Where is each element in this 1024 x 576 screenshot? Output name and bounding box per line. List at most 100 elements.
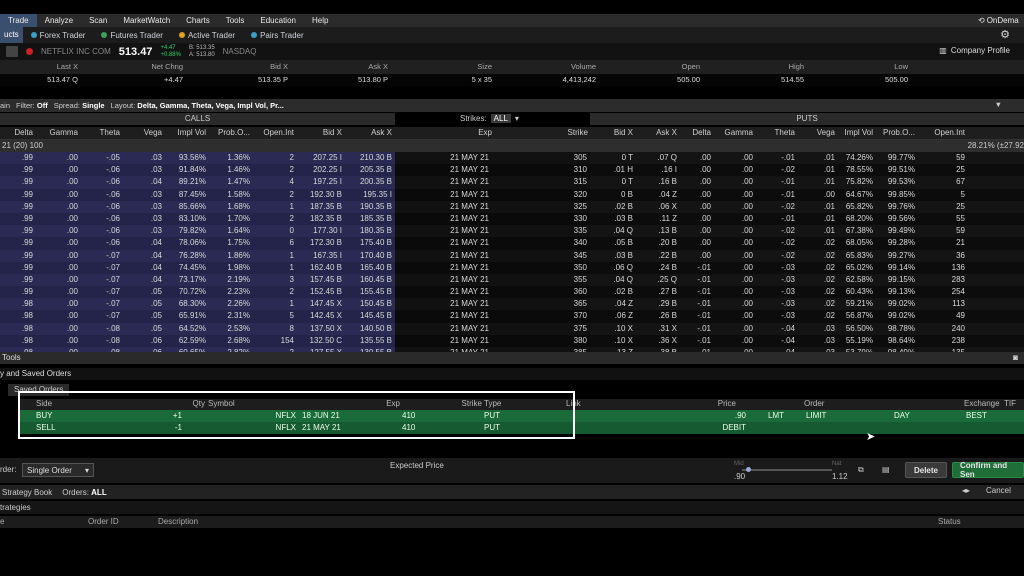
order-type-select[interactable]: Single Order ▾ — [22, 463, 94, 477]
order-price[interactable]: .90 — [735, 410, 746, 422]
put-row[interactable]: .04 Q .13 B .00 .00 -.02 .01 67.38% 99.49% 59 — [590, 225, 1024, 238]
delete-button[interactable]: Delete — [905, 462, 947, 478]
order-strike[interactable]: 410 — [402, 410, 415, 422]
gear-icon[interactable]: ⚙ — [1000, 28, 1010, 41]
put-row[interactable]: .06 Q .24 B -.01 .00 -.03 .02 65.02% 99.14% 136 — [590, 261, 1024, 274]
order-qty[interactable]: +1 — [173, 410, 182, 422]
strike-row[interactable]: 21 MAY 21 340 — [395, 237, 590, 250]
strike-row[interactable]: 21 MAY 21 380 — [395, 334, 590, 347]
spread-control[interactable]: Spread: Single — [54, 101, 105, 110]
menu-item-help[interactable]: Help — [304, 14, 336, 27]
strike-row[interactable]: 21 MAY 21 310 — [395, 164, 590, 177]
order-strike[interactable]: 410 — [402, 422, 415, 434]
orders-filter[interactable]: Orders: ALL — [62, 488, 106, 497]
expand-icon[interactable]: ◂▸ — [962, 486, 970, 495]
order-exchange[interactable]: BEST — [966, 410, 987, 422]
strike-row[interactable]: 21 MAY 21 320 — [395, 188, 590, 201]
order-qty[interactable]: -1 — [175, 422, 182, 434]
strike-row[interactable]: 21 MAY 21 360 — [395, 286, 590, 299]
save-icon[interactable]: ▤ — [882, 465, 890, 474]
menu-item-tools[interactable]: Tools — [218, 14, 253, 27]
chevron-down-icon[interactable]: ▼ — [995, 100, 1002, 109]
order-type[interactable]: PUT — [484, 422, 500, 434]
cancel-button[interactable]: Cancel — [986, 486, 1011, 495]
strike-row[interactable]: 21 MAY 21 325 — [395, 200, 590, 213]
put-row[interactable]: .03 B .22 B .00 .00 -.02 .02 65.83% 99.27% 36 — [590, 249, 1024, 262]
copy-icon[interactable]: ⧉ — [858, 465, 864, 475]
call-row[interactable]: .98 .00 -.08 .06 62.59% 2.68% 154 132.50 C 135.5… — [0, 334, 395, 347]
menu-item-scan[interactable]: Scan — [81, 14, 115, 27]
menu-item-analyze[interactable]: Analyze — [37, 14, 81, 27]
order-lmt[interactable]: LMT — [768, 410, 784, 422]
call-row[interactable]: .99 .00 -.06 .03 85.66% 1.68% 1 187.35 B 190.35 … — [0, 200, 395, 213]
menu-item-trade[interactable]: Trade — [0, 14, 37, 27]
put-row[interactable]: .02 B .06 X .00 .00 -.02 .01 65.82% 99.76% 25 — [590, 200, 1024, 213]
camera-icon[interactable]: ◙ — [1013, 352, 1018, 364]
call-row[interactable]: .99 .00 -.06 .03 83.10% 1.70% 2 182.35 B 185.35 … — [0, 212, 395, 226]
put-row[interactable]: .04 Z .29 B -.01 .00 -.03 .02 59.21% 99.02% 113 — [590, 298, 1024, 311]
call-row[interactable]: .98 .00 -.07 .05 65.91% 2.31% 5 142.45 X 145.45 … — [0, 310, 395, 323]
strike-row[interactable]: 21 MAY 21 305 — [395, 152, 590, 165]
put-row[interactable]: 0 T .16 B .00 .00 -.01 .01 75.82% 99.53% 67 — [590, 176, 1024, 189]
put-row[interactable]: .10 X .31 X -.01 .00 -.04 .03 56.50% 98.78% 240 — [590, 322, 1024, 335]
call-row[interactable]: .99 .00 -.06 .03 91.84% 1.46% 2 202.25 I 205.35 … — [0, 164, 395, 177]
order-price[interactable]: DEBIT — [722, 422, 746, 434]
put-row[interactable]: .06 Z .26 B -.01 .00 -.03 .02 56.87% 99.02% 49 — [590, 310, 1024, 323]
order-tif[interactable]: DAY — [894, 410, 910, 422]
put-row[interactable]: 0 B .04 Z .00 .00 -.01 .00 64.67% 99.85% 5 — [590, 188, 1024, 201]
put-row[interactable]: .05 B .20 B .00 .00 -.02 .02 68.05% 99.28% 21 — [590, 237, 1024, 250]
layout-control[interactable]: Layout: Delta, Gamma, Theta, Vega, Impl … — [111, 101, 284, 110]
toolbar-forex-trader[interactable]: Forex Trader — [23, 31, 94, 40]
call-row[interactable]: .99 .00 -.07 .04 74.45% 1.98% 1 162.40 B 165.40 … — [0, 261, 395, 274]
call-row[interactable]: .98 .00 -.07 .05 68.30% 2.26% 1 147.45 X 150.45 … — [0, 298, 395, 311]
menu-item-marketwatch[interactable]: MarketWatch — [115, 14, 178, 27]
strike-row[interactable]: 21 MAY 21 370 — [395, 310, 590, 323]
put-row[interactable]: .10 X .36 X -.01 .00 -.04 .03 55.19% 98.64% 238 — [590, 334, 1024, 347]
put-row[interactable]: .02 B .27 B -.01 .00 -.03 .02 60.43% 99.13% 254 — [590, 286, 1024, 299]
tab-saved-orders[interactable]: Saved Orders — [8, 384, 70, 396]
filter-control[interactable]: Filter: Off — [16, 101, 48, 110]
call-row[interactable]: .99 .00 -.05 .03 93.56% 1.36% 2 207.25 I 210.30 … — [0, 152, 395, 165]
order-type[interactable]: PUT — [484, 410, 500, 422]
order-row-buy[interactable]: BUY +1 NFLX 18 JUN 21 410 PUT .90 LMT LIMIT DAY BE… — [20, 410, 1024, 422]
strike-row[interactable]: 21 MAY 21 365 — [395, 298, 590, 311]
confirm-send-button[interactable]: Confirm and Sen — [952, 461, 1024, 479]
order-exp[interactable]: 18 JUN 21 — [302, 410, 340, 422]
call-row[interactable]: .99 .00 -.07 .04 73.17% 2.19% 3 157.45 B 160.45 … — [0, 273, 395, 287]
call-row[interactable]: .99 .00 -.07 .05 70.72% 2.23% 2 152.45 B 155.45 … — [0, 286, 395, 299]
symbol-dropdown[interactable] — [6, 46, 18, 57]
menu-item-education[interactable]: Education — [252, 14, 304, 27]
menu-item-charts[interactable]: Charts — [178, 14, 218, 27]
tab-strategy-book[interactable]: Strategy Book — [0, 488, 52, 497]
call-row[interactable]: .99 .00 -.06 .03 87.45% 1.58% 2 192.30 B 195.35 … — [0, 188, 395, 201]
put-row[interactable]: .04 Q .25 Q -.01 .00 -.03 .02 62.58% 99.15% 283 — [590, 273, 1024, 287]
call-row[interactable]: .99 .00 -.07 .04 76.28% 1.86% 1 167.35 I 170.40 … — [0, 249, 395, 262]
order-side[interactable]: BUY — [36, 410, 52, 422]
put-row[interactable]: .03 B .11 Z .00 .00 -.01 .01 68.20% 99.56% 55 — [590, 212, 1024, 226]
order-side[interactable]: SELL — [36, 422, 56, 434]
strike-row[interactable]: 21 MAY 21 330 — [395, 212, 590, 226]
strike-row[interactable]: 21 MAY 21 315 — [395, 176, 590, 189]
call-row[interactable]: .98 .00 -.08 .05 64.52% 2.53% 8 137.50 X 140.50 … — [0, 322, 395, 335]
call-row[interactable]: .99 .00 -.06 .03 79.82% 1.64% 0 177.30 I 180.35 … — [0, 225, 395, 238]
strike-row[interactable]: 21 MAY 21 350 — [395, 261, 590, 274]
strikes-control[interactable]: Strikes: ALL ▾ — [460, 114, 519, 123]
strike-row[interactable]: 21 MAY 21 375 — [395, 322, 590, 335]
toolbar-futures-trader[interactable]: Futures Trader — [93, 31, 170, 40]
order-exp[interactable]: 21 MAY 21 — [302, 422, 341, 434]
products-button[interactable]: ucts — [0, 27, 23, 43]
call-row[interactable]: .99 .00 -.06 .04 78.06% 1.75% 6 172.30 B 175.40 … — [0, 237, 395, 250]
on-demand-button[interactable]: ⟲ OnDema — [978, 14, 1019, 27]
put-row[interactable]: .01 H .16 I .00 .00 -.02 .01 78.55% 99.51% 25 — [590, 164, 1024, 177]
expiration-group-row[interactable]: 21 (20) 100 28.21% (±27.92 — [0, 140, 1024, 152]
put-row[interactable]: 0 T .07 Q .00 .00 -.01 .01 74.26% 99.77% 59 — [590, 152, 1024, 165]
price-slider[interactable] — [742, 467, 832, 472]
company-profile-button[interactable]: ▥ Company Profile — [939, 46, 1010, 55]
toolbar-pairs-trader[interactable]: Pairs Trader — [243, 31, 312, 40]
order-kind[interactable]: LIMIT — [806, 410, 826, 422]
strike-row[interactable]: 21 MAY 21 335 — [395, 225, 590, 238]
strike-row[interactable]: 21 MAY 21 355 — [395, 273, 590, 287]
toolbar-active-trader[interactable]: Active Trader — [171, 31, 243, 40]
strike-row[interactable]: 21 MAY 21 345 — [395, 249, 590, 262]
slider-handle[interactable] — [746, 467, 751, 472]
